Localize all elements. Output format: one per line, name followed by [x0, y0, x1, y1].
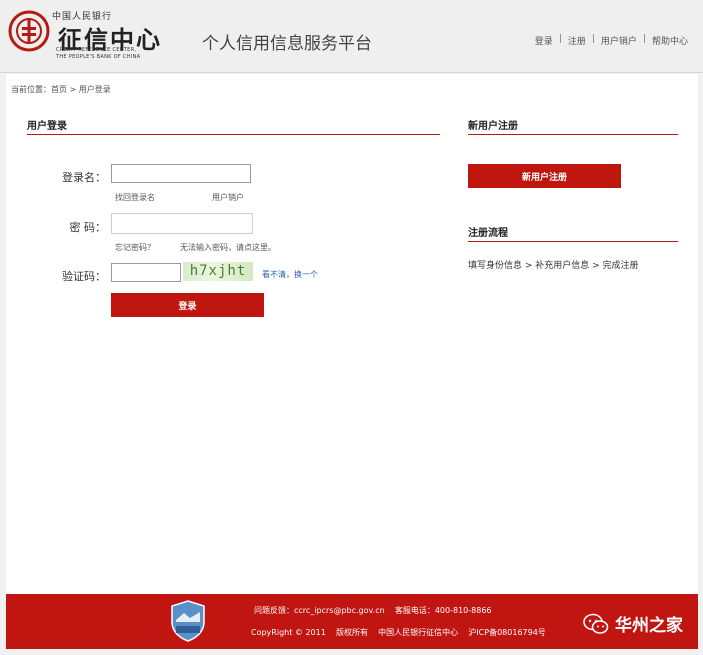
username-label: 登录名： — [62, 171, 106, 184]
login-button[interactable]: 登录 — [111, 293, 264, 317]
trusted-site-badge-icon[interactable] — [170, 600, 206, 642]
main-content: 当前位置：首页 > 用户登录 用户登录 登录名： 找回登录名 用户销户 密 码：… — [6, 74, 698, 594]
logo-english-line2: THE PEOPLE'S BANK OF CHINA — [56, 54, 141, 60]
register-flow-title: 注册流程 — [468, 228, 508, 239]
nav-separator: | — [591, 34, 595, 44]
register-flow-steps: 填写身份信息 > 补充用户信息 > 完成注册 — [468, 261, 639, 271]
logo-english-line1: CREDIT REFERENCE CENTER, — [56, 47, 137, 53]
breadcrumb: 当前位置：首页 > 用户登录 — [11, 85, 111, 94]
footer-contact-line: 问题反馈：ccrc_ipcrs@pbc.gov.cn 客服电话：400-810-… — [254, 606, 492, 615]
wechat-watermark: 华州之家 — [583, 611, 683, 636]
top-nav: 登录 | 注册 | 用户销户 | 帮助中心 — [535, 34, 688, 47]
forgot-password-link[interactable]: 忘记密码？ — [115, 242, 155, 253]
password-label: 密 码： — [69, 221, 107, 234]
page: 中国人民银行 征信中心 CREDIT REFERENCE CENTER, THE… — [0, 0, 703, 655]
nav-help-link[interactable]: 帮助中心 — [652, 34, 688, 47]
find-username-link[interactable]: 找回登录名 — [115, 192, 155, 203]
nav-register-link[interactable]: 注册 — [568, 34, 586, 47]
credit-center-emblem-icon — [8, 10, 50, 52]
cancel-account-link[interactable]: 用户销户 — [212, 192, 244, 203]
register-section-title: 新用户注册 — [468, 121, 518, 132]
cannot-input-password-link[interactable]: 无法输入密码，请点这里。 — [180, 242, 276, 253]
captcha-label: 验证码： — [62, 270, 106, 283]
nav-separator: | — [642, 34, 646, 44]
new-user-register-button[interactable]: 新用户注册 — [468, 164, 621, 188]
nav-separator: | — [558, 34, 562, 44]
nav-cancel-account-link[interactable]: 用户销户 — [601, 34, 637, 47]
captcha-image[interactable]: h7xjht — [183, 262, 253, 281]
wechat-account-name: 华州之家 — [615, 616, 683, 636]
username-input[interactable] — [111, 164, 251, 183]
platform-title: 个人信用信息服务平台 — [202, 34, 372, 54]
wechat-icon — [583, 613, 609, 634]
register-flow-divider — [468, 241, 678, 242]
password-input[interactable] — [111, 213, 253, 234]
footer: 问题反馈：ccrc_ipcrs@pbc.gov.cn 客服电话：400-810-… — [6, 594, 698, 649]
header: 中国人民银行 征信中心 CREDIT REFERENCE CENTER, THE… — [0, 0, 703, 73]
nav-login-link[interactable]: 登录 — [535, 34, 553, 47]
login-section-title: 用户登录 — [27, 121, 67, 132]
register-section-divider — [468, 134, 678, 135]
footer-copyright-line: CopyRight © 2011 版权所有 中国人民银行征信中心 沪ICP备08… — [251, 628, 546, 637]
captcha-input[interactable] — [111, 263, 181, 282]
login-section-divider — [27, 134, 440, 135]
refresh-captcha-link[interactable]: 看不清，换一个 — [262, 269, 318, 280]
